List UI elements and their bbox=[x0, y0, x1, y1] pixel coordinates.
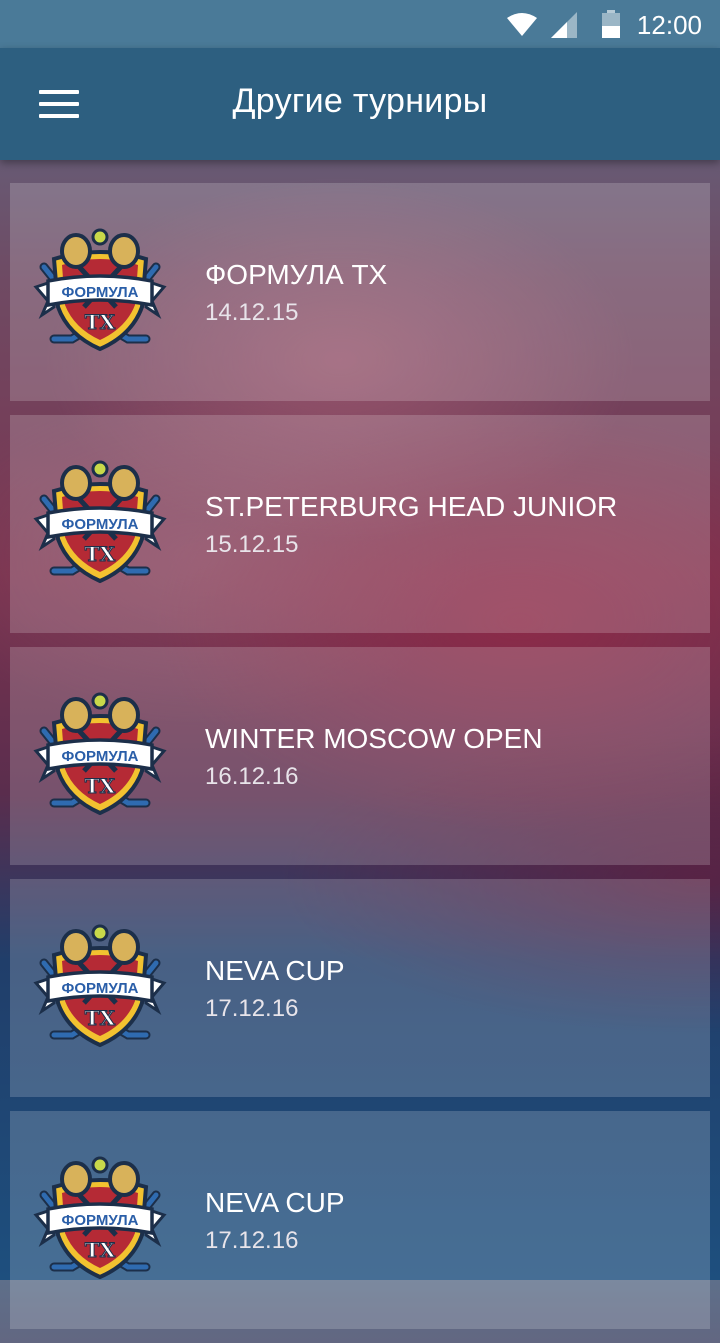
tournament-name: NEVA CUP bbox=[205, 955, 345, 986]
tournament-name: WINTER MOSCOW OPEN bbox=[205, 723, 543, 754]
wifi-icon bbox=[507, 13, 537, 36]
status-bar: 12:00 bbox=[0, 0, 720, 48]
tournament-card[interactable]: ФОРМУЛА ТХ NEVA CUP 17.12.16 bbox=[10, 1111, 710, 1329]
tournament-card[interactable]: ФОРМУЛА ТХ WINTER MOSCOW OPEN 16.12.16 bbox=[10, 647, 710, 865]
tournament-card[interactable]: ФОРМУЛА ТХ ФОРМУЛА ТХ 14.12.15 bbox=[10, 183, 710, 401]
app-bar: Другие турниры bbox=[0, 48, 720, 160]
tournament-date: 14.12.15 bbox=[205, 299, 299, 326]
tournament-logo-icon: ФОРМУЛА ТХ bbox=[32, 691, 168, 823]
svg-text:ФОРМУЛА: ФОРМУЛА bbox=[62, 1212, 139, 1229]
page-title: Другие турниры bbox=[232, 82, 488, 120]
battery-icon bbox=[602, 10, 620, 38]
tournament-logo-icon: ФОРМУЛА ТХ bbox=[32, 459, 168, 591]
tournament-name: ST.PETERBURG HEAD JUNIOR bbox=[205, 491, 618, 522]
tournament-list: ФОРМУЛА ТХ ФОРМУЛА ТХ 14.12.15 ФОРМУЛА Т… bbox=[10, 183, 710, 1343]
tournament-date: 17.12.16 bbox=[205, 1227, 299, 1254]
status-time: 12:00 bbox=[636, 10, 702, 40]
tournament-name: NEVA CUP bbox=[205, 1187, 345, 1218]
tournament-date: 17.12.16 bbox=[205, 995, 299, 1022]
tournament-date: 16.12.16 bbox=[205, 763, 299, 790]
svg-text:ФОРМУЛА: ФОРМУЛА bbox=[62, 748, 139, 765]
tournament-card[interactable]: ФОРМУЛА ТХ ST.PETERBURG HEAD JUNIOR 15.1… bbox=[10, 415, 710, 633]
tournament-date: 15.12.15 bbox=[205, 531, 299, 558]
svg-text:ТХ: ТХ bbox=[85, 1238, 116, 1262]
svg-text:ТХ: ТХ bbox=[85, 542, 116, 566]
svg-text:ФОРМУЛА: ФОРМУЛА bbox=[62, 284, 139, 301]
svg-text:ТХ: ТХ bbox=[85, 310, 116, 334]
svg-text:ФОРМУЛА: ФОРМУЛА bbox=[62, 516, 139, 533]
svg-text:ФОРМУЛА: ФОРМУЛА bbox=[62, 980, 139, 997]
svg-text:ТХ: ТХ bbox=[85, 1006, 116, 1030]
tournament-logo-icon: ФОРМУЛА ТХ bbox=[32, 1155, 168, 1287]
tournament-logo-icon: ФОРМУЛА ТХ bbox=[32, 923, 168, 1055]
tournament-name: ФОРМУЛА ТХ bbox=[205, 259, 388, 290]
svg-text:ТХ: ТХ bbox=[85, 774, 116, 798]
cellular-signal-icon bbox=[551, 12, 577, 38]
tournament-card[interactable]: ФОРМУЛА ТХ NEVA CUP 17.12.16 bbox=[10, 879, 710, 1097]
tournament-logo-icon: ФОРМУЛА ТХ bbox=[32, 227, 168, 359]
